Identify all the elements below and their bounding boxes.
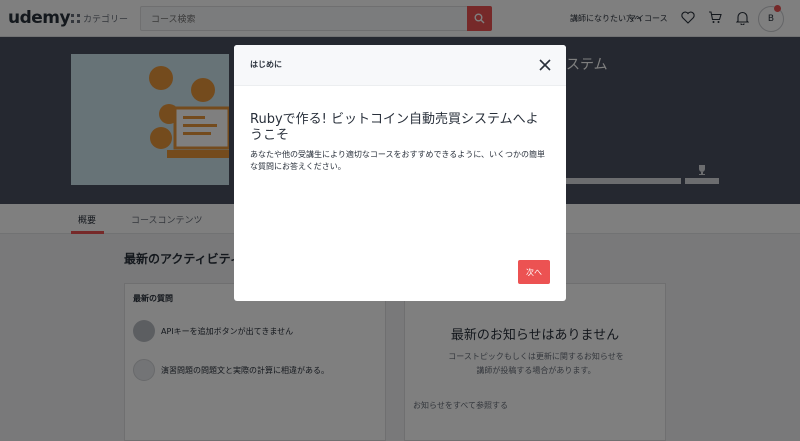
close-icon[interactable]	[536, 56, 554, 74]
modal-body-text: あなたや他の受講生により適切なコースをおすすめできるように、いくつかの簡単な質問…	[250, 150, 546, 171]
modal-heading: Rubyで作る! ビットコイン自動売買システムへようこそ	[250, 112, 539, 143]
next-button[interactable]: 次へ	[518, 260, 550, 284]
modal-title: はじめに	[250, 60, 282, 69]
welcome-modal: はじめに Rubyで作る! ビットコイン自動売買システムへようこそ あなたや他の…	[234, 45, 566, 301]
modal-header: はじめに	[234, 45, 566, 86]
